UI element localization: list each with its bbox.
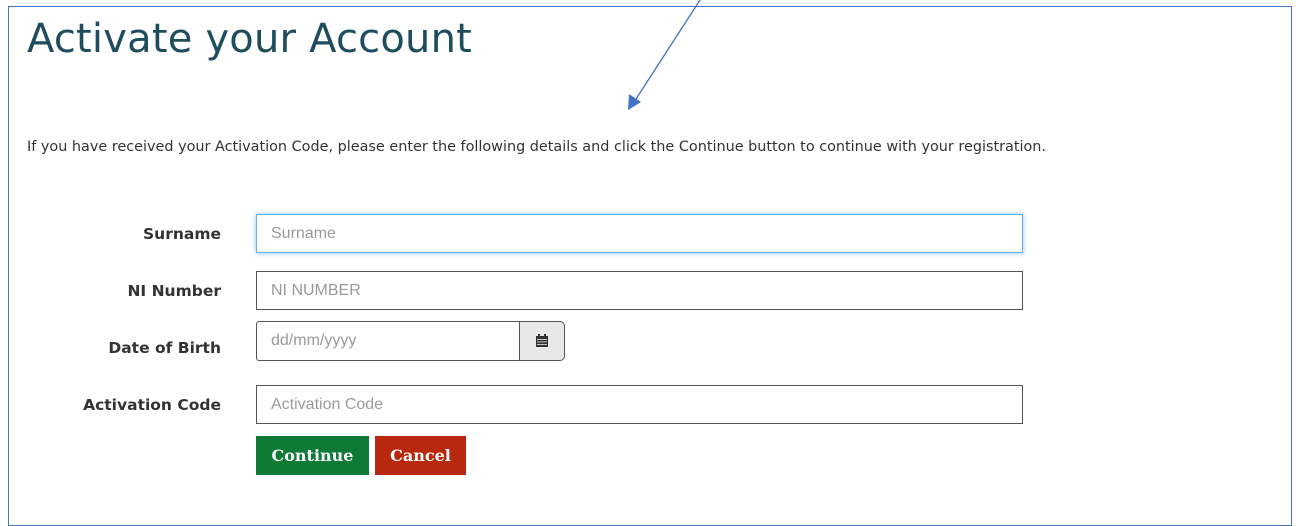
date-of-birth-label: Date of Birth [108,339,221,357]
calendar-icon [536,334,548,347]
ni-number-label: NI Number [127,282,221,300]
activation-code-input[interactable] [256,385,1023,424]
surname-input[interactable] [256,214,1023,253]
ni-number-input[interactable] [256,271,1023,310]
continue-button[interactable]: Continue [256,436,369,475]
page-frame [8,6,1292,526]
date-of-birth-group [256,321,565,361]
page-title: Activate your Account [27,16,473,62]
date-picker-button[interactable] [519,321,565,361]
cancel-button[interactable]: Cancel [375,436,466,475]
activation-code-label: Activation Code [83,396,221,414]
surname-label: Surname [143,225,221,243]
intro-text: If you have received your Activation Cod… [27,139,1046,155]
date-of-birth-input[interactable] [256,321,520,361]
